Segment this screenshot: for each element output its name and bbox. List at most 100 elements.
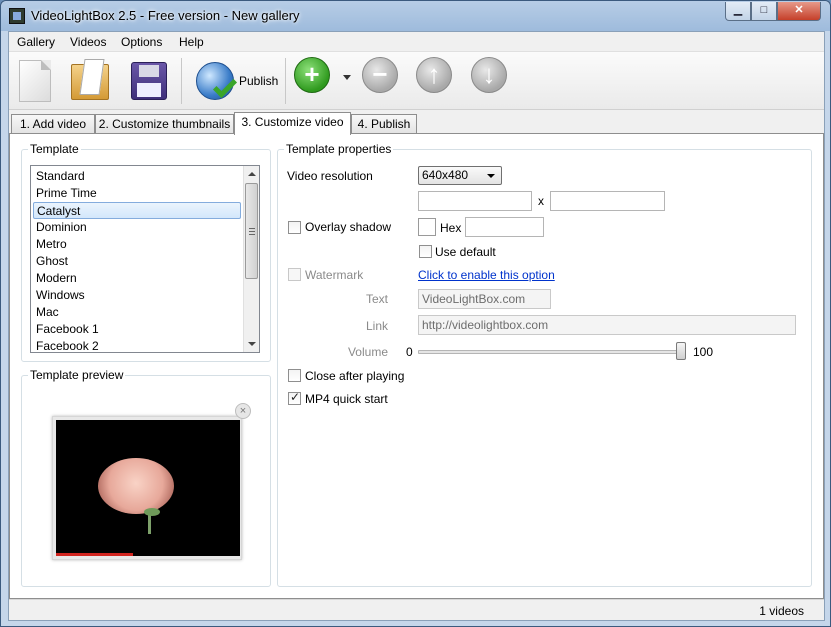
move-down-icon: ↓ bbox=[482, 59, 496, 89]
maximize-button[interactable]: □ bbox=[751, 2, 777, 21]
app-window: VideoLightBox 2.5 - Free version - New g… bbox=[0, 0, 831, 627]
close-after-playing-checkbox[interactable] bbox=[288, 369, 301, 382]
move-up-button[interactable]: ↑ bbox=[416, 57, 452, 93]
publish-label: Publish bbox=[239, 74, 279, 88]
preview-video bbox=[56, 420, 240, 556]
rose-image bbox=[98, 458, 174, 514]
remove-video-button[interactable]: − bbox=[362, 57, 398, 93]
menu-gallery[interactable]: Gallery bbox=[17, 35, 55, 49]
scroll-up-icon[interactable] bbox=[248, 172, 256, 176]
video-count: 1 videos bbox=[759, 604, 804, 618]
menu-options[interactable]: Options bbox=[121, 35, 162, 49]
watermark-checkbox[interactable] bbox=[288, 268, 301, 281]
volume-slider-thumb[interactable] bbox=[676, 342, 686, 360]
tab-add-video[interactable]: 1. Add video bbox=[11, 114, 95, 134]
client-area: Gallery Videos Options Help Publish + − … bbox=[8, 31, 825, 621]
save-icon bbox=[131, 62, 167, 100]
scroll-thumb[interactable] bbox=[245, 183, 258, 279]
list-item[interactable]: Windows bbox=[33, 287, 241, 304]
open-gallery-button[interactable] bbox=[69, 58, 113, 104]
grip-line bbox=[249, 231, 255, 232]
mp4-quick-start-label: MP4 quick start bbox=[305, 392, 388, 406]
menu-bar: Gallery Videos Options Help bbox=[9, 32, 824, 52]
close-after-playing-label: Close after playing bbox=[305, 369, 405, 383]
volume-label: Volume bbox=[347, 345, 388, 359]
template-group: Template Standard Prime Time Catalyst Do… bbox=[21, 142, 271, 362]
volume-slider-track[interactable] bbox=[418, 350, 686, 354]
tab-customize-thumbnails[interactable]: 2. Customize thumbnails bbox=[95, 114, 234, 134]
add-video-button[interactable]: + bbox=[294, 57, 330, 93]
list-item[interactable]: Metro bbox=[33, 236, 241, 253]
move-down-button[interactable]: ↓ bbox=[471, 57, 507, 93]
watermark-text-input[interactable] bbox=[418, 289, 551, 309]
template-preview-group: Template preview × bbox=[21, 368, 271, 587]
list-item[interactable]: Catalyst bbox=[33, 202, 241, 219]
remove-icon: − bbox=[372, 59, 388, 89]
new-gallery-button[interactable] bbox=[15, 58, 59, 104]
mp4-quick-start-checkbox[interactable] bbox=[288, 390, 301, 405]
preview-close-icon[interactable]: × bbox=[235, 403, 251, 419]
watermark-link-input[interactable] bbox=[418, 315, 796, 335]
tab-customize-video[interactable]: 3. Customize video bbox=[234, 112, 351, 135]
list-item[interactable]: Facebook 1 bbox=[33, 321, 241, 338]
status-bar: 1 videos bbox=[9, 599, 824, 620]
hex-label: Hex bbox=[440, 221, 462, 235]
template-group-title: Template bbox=[28, 142, 81, 156]
enable-option-link[interactable]: Click to enable this option bbox=[418, 268, 555, 282]
list-item[interactable]: Standard bbox=[33, 168, 241, 185]
publish-button[interactable]: Publish bbox=[194, 58, 279, 104]
text-label: Text bbox=[365, 292, 388, 306]
film-icon bbox=[9, 8, 25, 24]
template-preview-frame bbox=[52, 416, 242, 560]
hex-input[interactable] bbox=[465, 217, 544, 237]
toolbar-separator bbox=[181, 58, 182, 104]
add-icon: + bbox=[304, 59, 320, 89]
chevron-down-icon[interactable] bbox=[343, 75, 351, 80]
video-width-input[interactable] bbox=[418, 191, 532, 211]
open-folder-icon bbox=[71, 64, 109, 100]
tab-strip: 1. Add video 2. Customize thumbnails 3. … bbox=[9, 112, 824, 135]
list-item[interactable]: Dominion bbox=[33, 219, 241, 236]
toolbar: Publish + − ↑ ↓ bbox=[9, 52, 824, 110]
customize-video-panel: Template Standard Prime Time Catalyst Do… bbox=[9, 133, 824, 599]
template-preview-title: Template preview bbox=[28, 368, 126, 382]
menu-help[interactable]: Help bbox=[179, 35, 204, 49]
use-default-checkbox[interactable] bbox=[419, 245, 432, 258]
link-label: Link bbox=[365, 319, 388, 333]
overlay-shadow-checkbox[interactable] bbox=[288, 221, 301, 234]
overlay-shadow-label: Overlay shadow bbox=[305, 220, 392, 234]
video-resolution-select[interactable]: 640x480 bbox=[418, 166, 502, 185]
video-resolution-label: Video resolution bbox=[287, 169, 373, 183]
grip-line bbox=[249, 228, 255, 229]
toolbar-separator bbox=[285, 58, 286, 104]
list-item[interactable]: Prime Time bbox=[33, 185, 241, 202]
scroll-down-icon[interactable] bbox=[248, 342, 256, 346]
tab-publish[interactable]: 4. Publish bbox=[351, 114, 417, 134]
watermark-label: Watermark bbox=[305, 268, 364, 282]
volume-max-label: 100 bbox=[693, 345, 714, 359]
resolution-x-label: x bbox=[538, 194, 544, 208]
minimize-button[interactable]: ▁ bbox=[725, 2, 751, 21]
list-item[interactable]: Facebook 2 bbox=[33, 338, 241, 352]
overlay-color-swatch[interactable] bbox=[418, 218, 436, 236]
template-list-scrollbar[interactable] bbox=[243, 166, 259, 352]
volume-min-label: 0 bbox=[406, 345, 413, 359]
preview-progress-bar bbox=[56, 553, 133, 556]
save-gallery-button[interactable] bbox=[127, 58, 171, 104]
grip-line bbox=[249, 234, 255, 235]
title-bar[interactable]: VideoLightBox 2.5 - Free version - New g… bbox=[1, 1, 830, 31]
move-up-icon: ↑ bbox=[427, 59, 441, 89]
list-item[interactable]: Mac bbox=[33, 304, 241, 321]
video-height-input[interactable] bbox=[550, 191, 665, 211]
list-item[interactable]: Ghost bbox=[33, 253, 241, 270]
new-file-icon bbox=[19, 60, 51, 102]
close-button[interactable]: ✕ bbox=[777, 2, 821, 21]
use-default-label: Use default bbox=[435, 245, 496, 259]
template-list[interactable]: Standard Prime Time Catalyst Dominion Me… bbox=[30, 165, 260, 353]
list-item[interactable]: Modern bbox=[33, 270, 241, 287]
template-properties-title: Template properties bbox=[284, 142, 394, 156]
menu-videos[interactable]: Videos bbox=[70, 35, 106, 49]
rose-leaf bbox=[144, 508, 160, 516]
template-properties-group: Template properties Video resolution 640… bbox=[277, 142, 812, 587]
window-title: VideoLightBox 2.5 - Free version - New g… bbox=[31, 8, 300, 23]
